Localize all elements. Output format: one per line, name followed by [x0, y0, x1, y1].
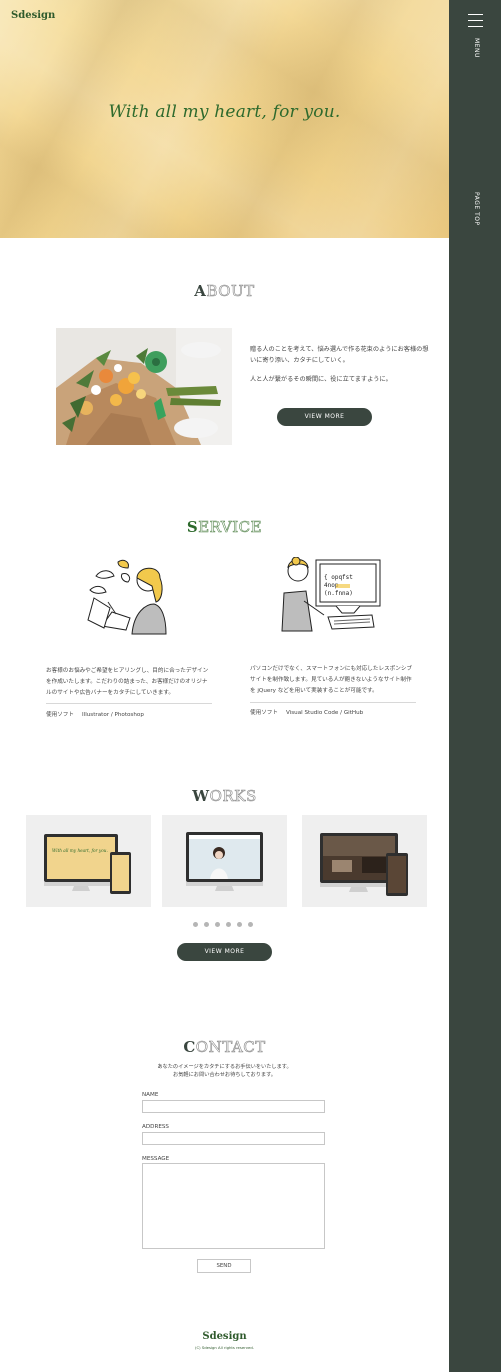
about-view-more-button[interactable]: VIEW MORE — [277, 408, 372, 426]
message-label: MESSAGE — [142, 1156, 170, 1162]
work-card-2[interactable] — [162, 815, 287, 907]
design-hearing-illustration — [82, 556, 172, 636]
service-divider-2 — [250, 702, 416, 703]
send-button[interactable]: SEND — [197, 1259, 251, 1273]
carousel-dot[interactable] — [204, 922, 209, 927]
hero-banner: Sdesign With all my heart, for you. — [0, 0, 449, 238]
service-design-description: お客様のお悩みやご希望をヒアリングし、目的に合ったデザインを作成いたします。こだ… — [46, 668, 209, 696]
service-coding-description: パソコンだけでなく、スマートフォンにも対応したレスポンシブサイトを制作致します。… — [250, 666, 413, 694]
works-title: WORKS — [192, 787, 257, 806]
about-paragraph-1: 贈る人のことを考えて、悩み選んで作る花束のようにお客様の想いに寄り添い、カタチに… — [250, 346, 429, 364]
contact-intro: あなたのイメージをカタチにするお手伝いをいたします。 お気軽にお問い合わせお待ち… — [0, 1063, 449, 1079]
address-field[interactable] — [142, 1132, 325, 1145]
screen-code-line-1: { opqfst — [324, 574, 353, 581]
service-title: SERVICE — [186, 518, 263, 537]
about-description: 贈る人のことを考えて、悩み選んで作る花束のようにお客様の想いに寄り添い、カタチに… — [250, 344, 430, 393]
contact-title: CONTACT — [183, 1038, 266, 1057]
works-carousel-dots — [193, 922, 263, 928]
carousel-dot[interactable] — [237, 922, 242, 927]
carousel-dot[interactable] — [248, 922, 253, 927]
contact-intro-line-2: お気軽にお問い合わせお待ちしております。 — [173, 1072, 276, 1078]
web-coding-illustration: { opqfst 4nop (n.fnna) — [276, 557, 384, 635]
footer-copyright: (C) Sdesign All rights reserved. — [195, 1345, 254, 1350]
work-card-1[interactable]: With all my heart, for you. — [26, 815, 151, 907]
carousel-dot[interactable] — [215, 922, 220, 927]
site-logo[interactable]: Sdesign — [11, 10, 55, 24]
works-view-more-button[interactable]: VIEW MORE — [177, 943, 272, 961]
carousel-dot[interactable] — [226, 922, 231, 927]
page-top-link[interactable]: PAGE TOP — [470, 192, 480, 226]
work-card-1-tagline: With all my heart, for you. — [52, 848, 108, 853]
footer-logo[interactable]: Sdesign — [0, 1331, 449, 1342]
hamburger-menu-icon[interactable] — [468, 14, 483, 27]
service-design-software: 使用ソフト Illustrator / Photoshop — [46, 712, 144, 718]
hero-tagline: With all my heart, for you. — [108, 102, 341, 122]
name-field[interactable] — [142, 1100, 325, 1113]
about-title: ABOUT — [194, 282, 255, 301]
carousel-dot[interactable] — [193, 922, 198, 927]
screen-code-line-3: (n.fnna) — [324, 590, 353, 597]
work-card-3[interactable] — [302, 815, 427, 907]
name-label: NAME — [142, 1092, 159, 1098]
service-divider-1 — [46, 703, 212, 704]
about-paragraph-2: 人と人が繋がるその瞬間に、役に立てますように。 — [250, 376, 392, 383]
contact-intro-line-1: あなたのイメージをカタチにするお手伝いをいたします。 — [157, 1064, 292, 1070]
address-label: ADDRESS — [142, 1124, 169, 1130]
service-coding-software: 使用ソフト Visual Studio Code / GitHub — [250, 710, 364, 716]
about-bouquet-photo — [56, 328, 232, 445]
message-field[interactable] — [142, 1163, 325, 1249]
menu-label[interactable]: MENU — [470, 38, 480, 58]
